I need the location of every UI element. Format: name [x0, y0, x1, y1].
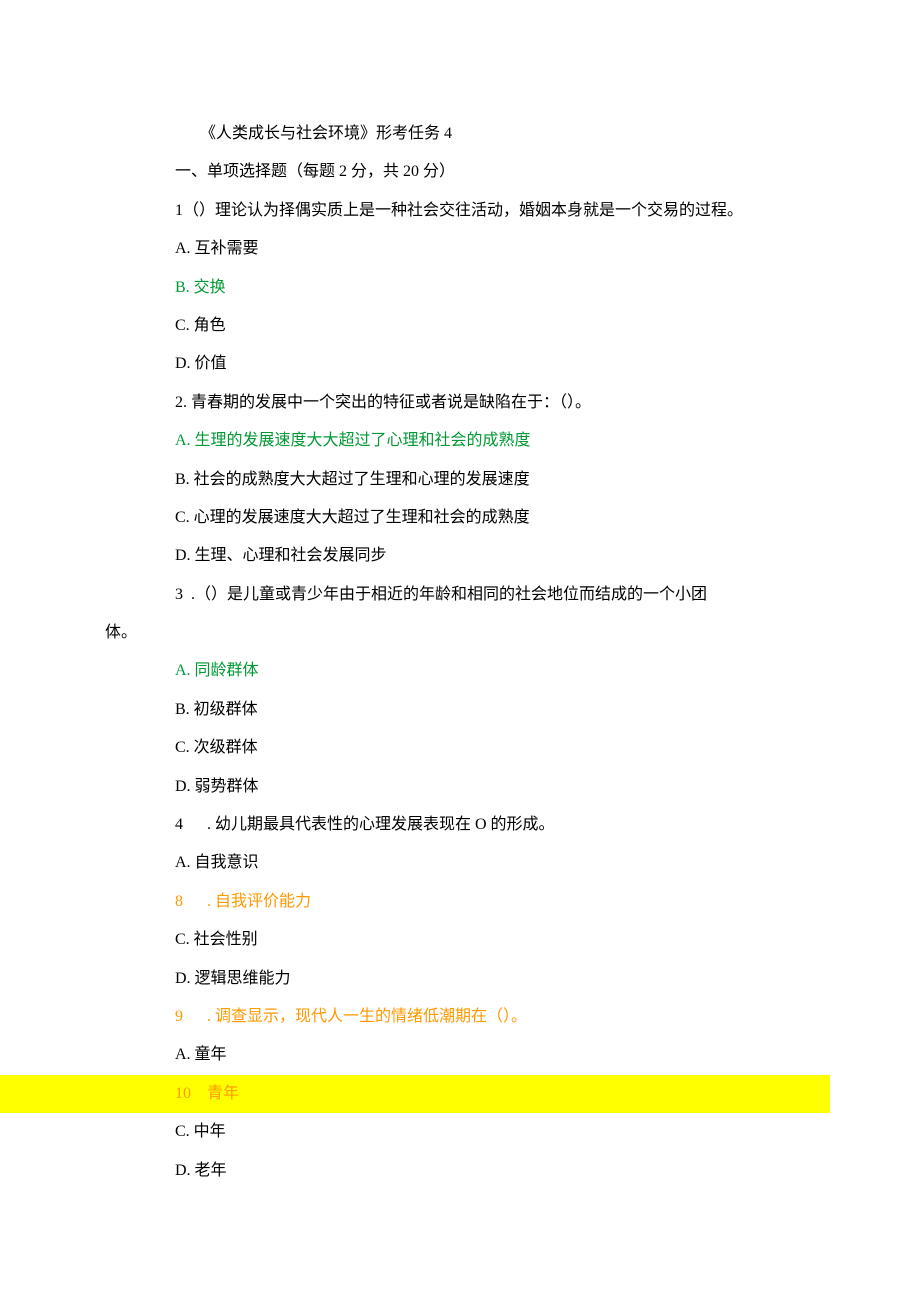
q1-option-c: C. 角色 [0, 307, 830, 345]
q3-option-b: B. 初级群体 [0, 691, 830, 729]
q5-option-d: D. 老年 [0, 1152, 830, 1190]
q1-option-d: D. 价值 [0, 345, 830, 383]
q3-option-c: C. 次级群体 [0, 729, 830, 767]
q5-option-c: C. 中年 [0, 1113, 830, 1151]
q1-option-b: B. 交换 [0, 269, 830, 307]
q4-option-d: D. 逻辑思维能力 [0, 960, 830, 998]
q3-stem-line2: 体。 [0, 614, 830, 652]
q4-stem: 4 . 幼儿期最具代表性的心理发展表现在 O 的形成。 [0, 806, 830, 844]
doc-title: 《人类成长与社会环境》形考任务 4 [0, 115, 830, 153]
q4-option-b: 8 . 自我评价能力 [0, 883, 830, 921]
q4-option-c: C. 社会性别 [0, 921, 830, 959]
q5-option-b: 10 青年 [0, 1075, 830, 1113]
q2-option-d: D. 生理、心理和社会发展同步 [0, 537, 830, 575]
q2-option-a: A. 生理的发展速度大大超过了心理和社会的成熟度 [0, 422, 830, 460]
q1-option-a: A. 互补需要 [0, 230, 830, 268]
document-page: 《人类成长与社会环境》形考任务 4 一、单项选择题（每题 2 分，共 20 分）… [0, 0, 920, 1301]
section-header: 一、单项选择题（每题 2 分，共 20 分） [0, 153, 830, 191]
q4-option-a: A. 自我意识 [0, 844, 830, 882]
q3-option-a: A. 同龄群体 [0, 652, 830, 690]
q1-stem: 1（）理论认为择偶实质上是一种社会交往活动，婚姻本身就是一个交易的过程。 [0, 192, 830, 230]
q2-stem: 2. 青春期的发展中一个突出的特征或者说是缺陷在于：（）。 [0, 384, 830, 422]
q2-option-c: C. 心理的发展速度大大超过了生理和社会的成熟度 [0, 499, 830, 537]
q5-option-a: A. 童年 [0, 1036, 830, 1074]
q3-stem-line1: 3 .（）是儿童或青少年由于相近的年龄和相同的社会地位而结成的一个小团 [0, 576, 830, 614]
q3-option-d: D. 弱势群体 [0, 768, 830, 806]
q5-stem: 9 . 调查显示，现代人一生的情绪低潮期在（）。 [0, 998, 830, 1036]
q2-option-b: B. 社会的成熟度大大超过了生理和心理的发展速度 [0, 461, 830, 499]
